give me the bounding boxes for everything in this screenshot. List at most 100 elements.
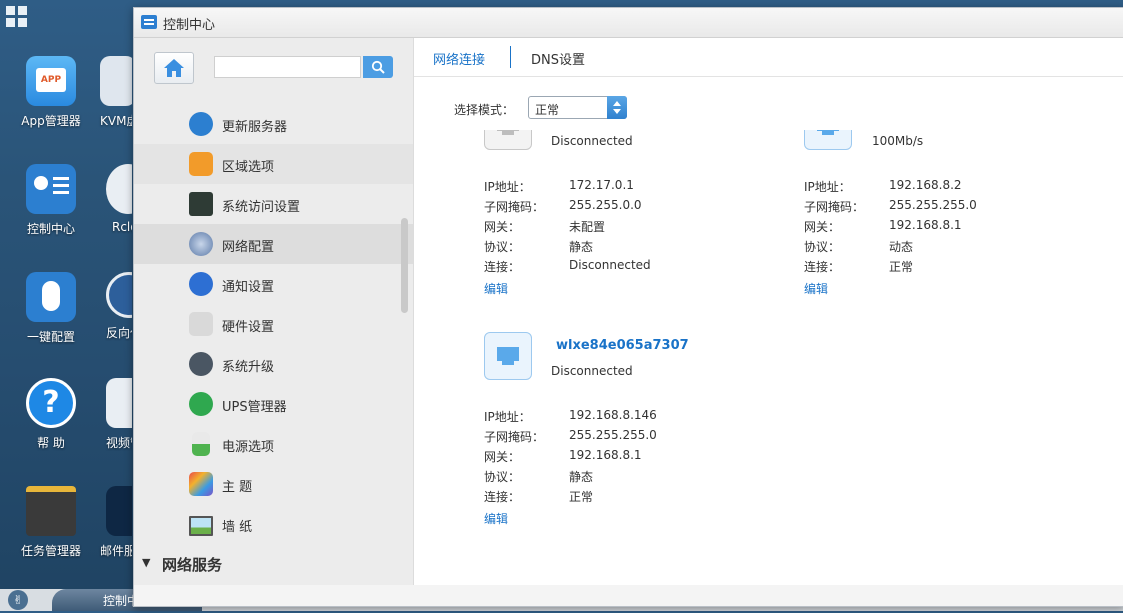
- tab-bar: 网络连接 DNS设置: [414, 38, 1123, 77]
- info-value: 192.168.8.2: [889, 178, 962, 192]
- desktop-icon-label: Rclo: [112, 220, 132, 234]
- help-icon: ?: [26, 378, 76, 428]
- info-key: 连接：: [484, 260, 521, 274]
- desktop-icon-label: 一键配置: [26, 330, 75, 344]
- info-value: 192.168.8.1: [889, 218, 962, 232]
- select-arrows-icon: [607, 96, 627, 119]
- info-row: 网关： 192.168.8.1: [804, 218, 1104, 238]
- sidebar-item-hardware[interactable]: 硬件设置: [134, 304, 413, 344]
- tab-network-connections[interactable]: 网络连接: [433, 49, 485, 68]
- mode-select-value: 正常: [535, 103, 560, 117]
- desktop-icon-app-manager[interactable]: APP App管理器: [5, 56, 97, 129]
- info-key: 协议：: [484, 240, 521, 254]
- sidebar-item-update-server[interactable]: 更新服务器: [134, 104, 413, 144]
- info-row: 子网掩码： 255.255.255.0: [484, 428, 784, 448]
- collapse-arrow-icon: ▼: [142, 556, 151, 569]
- mode-select[interactable]: 正常: [528, 96, 627, 119]
- tab-dns-settings[interactable]: DNS设置: [531, 49, 585, 68]
- sidebar-item-system-upgrade[interactable]: 系统升级: [134, 344, 413, 384]
- edit-link[interactable]: 编辑: [804, 280, 828, 297]
- bell-icon: [189, 272, 213, 296]
- info-key: 连接：: [804, 260, 841, 274]
- sidebar-item-label: 电源选项: [222, 440, 275, 455]
- home-icon: [164, 59, 184, 77]
- desktop-icon-label: 帮 助: [37, 436, 65, 450]
- info-value: 静态: [569, 240, 594, 254]
- tab-divider: [510, 46, 511, 68]
- info-key: 子网掩码：: [484, 200, 545, 214]
- info-value: 正常: [889, 260, 914, 274]
- sidebar-item-label: 网络配置: [222, 240, 275, 255]
- desktop-icon-label: 任务管理器: [20, 544, 81, 558]
- desktop-icon-kvm[interactable]: KVM虚: [92, 56, 132, 129]
- desktop-icon-rclone[interactable]: Rclo: [92, 164, 132, 234]
- mail-server-icon: [106, 486, 132, 536]
- desktop-icon-task-manager[interactable]: 任务管理器: [5, 486, 97, 559]
- info-row: 连接： 正常: [484, 488, 784, 508]
- info-value: 动态: [889, 240, 914, 254]
- edit-link[interactable]: 编辑: [484, 510, 508, 527]
- control-panel-icon: [26, 164, 76, 214]
- info-key: 连接：: [484, 490, 521, 504]
- sidebar-section-label: 网络服务: [162, 556, 223, 574]
- sidebar-item-label: 硬件设置: [222, 320, 275, 335]
- sidebar-item-region[interactable]: 区域选项: [134, 144, 413, 184]
- interface-status: Disconnected: [551, 364, 633, 378]
- desktop-icon-video[interactable]: 视频管: [92, 378, 132, 451]
- apps-grid-icon[interactable]: [6, 6, 28, 28]
- info-row: 子网掩码： 255.255.0.0: [484, 198, 784, 218]
- info-value: 未配置: [569, 220, 606, 234]
- desktop-icon-reverse-proxy[interactable]: 反向代: [92, 272, 132, 341]
- app-store-icon: APP: [26, 56, 76, 106]
- desktop-icon-label: 反向代: [106, 326, 132, 340]
- desktop-icon-label: 邮件服: [100, 544, 132, 558]
- home-button[interactable]: [154, 52, 194, 84]
- sidebar-item-network-config[interactable]: 网络配置: [134, 224, 413, 264]
- info-value: 255.255.255.0: [889, 198, 977, 212]
- tools-icon: [189, 312, 213, 336]
- monitor-icon: [100, 56, 132, 106]
- mouse-icon: [26, 272, 76, 322]
- info-row: 协议： 静态: [484, 468, 784, 488]
- info-key: 子网掩码：: [804, 200, 865, 214]
- sidebar-item-wallpaper[interactable]: 墙 纸: [134, 504, 413, 544]
- desktop-icon-mail[interactable]: 邮件服: [92, 486, 132, 559]
- desktop-icon-label: App管理器: [21, 114, 81, 128]
- sidebar-item-theme[interactable]: 主 题: [134, 464, 413, 504]
- ethernet-port-icon: [484, 130, 532, 150]
- info-row: IP地址： 192.168.8.146: [484, 408, 784, 428]
- sidebar-item-label: 系统升级: [222, 360, 275, 375]
- search-icon: [371, 60, 385, 74]
- desktop-icon-help[interactable]: ? 帮 助: [5, 378, 97, 451]
- sidebar-section-network-services[interactable]: ▼ 网络服务: [134, 544, 413, 584]
- sidebar-item-power[interactable]: 电源选项: [134, 424, 413, 464]
- info-row: 连接： Disconnected: [484, 258, 784, 278]
- upgrade-globe-icon: [189, 352, 213, 376]
- sidebar-item-system-access[interactable]: 系统访问设置: [134, 184, 413, 224]
- control-center-icon: [141, 15, 157, 29]
- info-row: 连接： 正常: [804, 258, 1104, 278]
- edit-link[interactable]: 编辑: [484, 280, 508, 297]
- sidebar-item-label: 更新服务器: [222, 120, 288, 135]
- interface-status: 100Mb/s: [872, 134, 924, 148]
- sidebar-item-notification[interactable]: 通知设置: [134, 264, 413, 304]
- info-value: 255.255.0.0: [569, 198, 642, 212]
- sidebar-scrollbar[interactable]: [401, 218, 408, 313]
- server-icon: [189, 112, 213, 136]
- desktop-icon-control-center[interactable]: 控制中心: [5, 164, 97, 237]
- sidebar-item-ups[interactable]: UPS管理器: [134, 384, 413, 424]
- window-titlebar[interactable]: 控制中心: [134, 8, 1123, 38]
- info-row: IP地址： 192.168.8.2: [804, 178, 1104, 198]
- ethernet-port-icon: [804, 130, 852, 150]
- ups-icon: [189, 392, 213, 416]
- search-button[interactable]: [363, 56, 393, 78]
- globe-network-icon: [189, 232, 213, 256]
- info-key: 网关：: [484, 450, 521, 464]
- search-input[interactable]: [214, 56, 361, 78]
- info-key: 网关：: [804, 220, 841, 234]
- reverse-proxy-icon: [106, 272, 132, 318]
- info-value: 正常: [569, 490, 594, 504]
- start-icon[interactable]: ✌: [8, 590, 28, 610]
- ethernet-port-icon: [484, 332, 532, 380]
- desktop-icon-one-click-config[interactable]: 一键配置: [5, 272, 97, 345]
